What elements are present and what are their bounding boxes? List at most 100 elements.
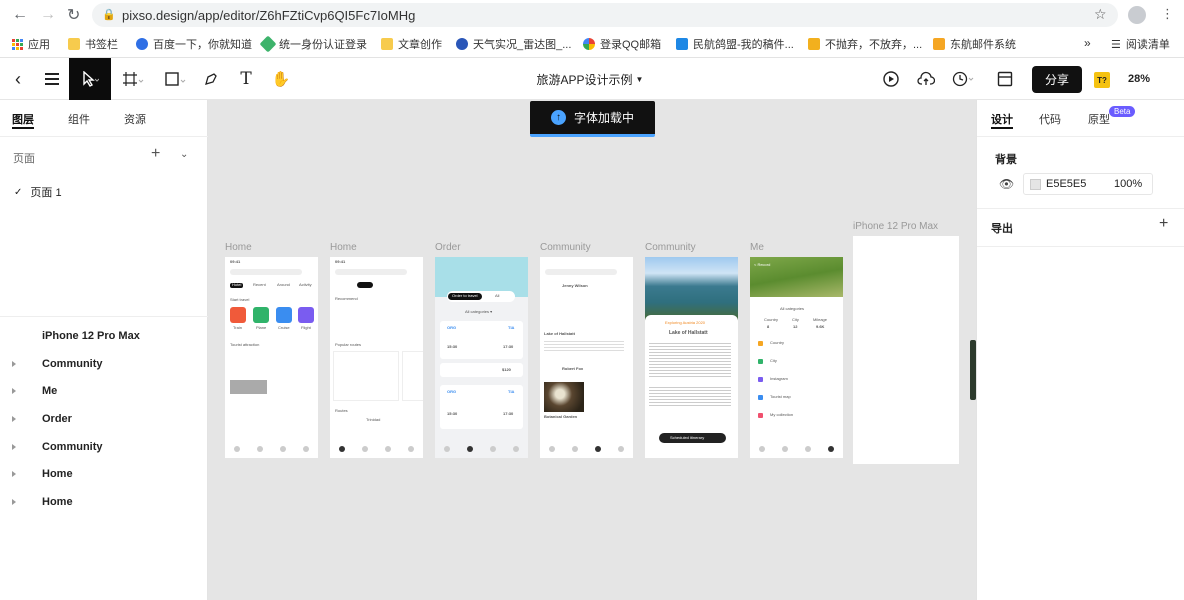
frame-home-1[interactable]: 09:41 Hotel Recent Around Activity Start… bbox=[225, 257, 318, 458]
bookmark-buqi[interactable]: 不抛弃，不放弃，... bbox=[808, 36, 922, 52]
expand-caret-icon[interactable] bbox=[12, 388, 16, 394]
layer-home[interactable]: Home bbox=[0, 461, 208, 487]
reload-icon[interactable]: ↻ bbox=[67, 5, 80, 25]
background-color-field[interactable]: E5E5E5 100% bbox=[1023, 173, 1153, 195]
share-button[interactable]: 分享 bbox=[1032, 66, 1082, 93]
tab-code[interactable]: 代码 bbox=[1039, 111, 1061, 127]
bookmark-label: 民航鸽盟-我的稿件... bbox=[693, 39, 794, 51]
frame-heading: Recommend bbox=[335, 296, 358, 301]
tab-assets[interactable]: 资源 bbox=[124, 111, 146, 127]
expand-caret-icon[interactable] bbox=[12, 499, 16, 505]
donghang-icon bbox=[933, 38, 945, 50]
hand-tool-icon[interactable]: ✋ bbox=[270, 58, 292, 100]
menu-row: My collection bbox=[770, 412, 794, 417]
frame-order[interactable]: Order to travel All All categories ▾ ORG… bbox=[435, 257, 528, 458]
profile-avatar[interactable] bbox=[1128, 6, 1146, 24]
frame-heading: Popular routes bbox=[335, 342, 362, 347]
tab-layers[interactable]: 图层 bbox=[12, 111, 34, 127]
document-title[interactable]: 旅游APP设计示例 ▼ bbox=[520, 58, 660, 100]
bookmark-article[interactable]: 文章创作 bbox=[381, 36, 442, 52]
star-icon[interactable]: ☆ bbox=[1094, 6, 1107, 23]
search-bar bbox=[545, 269, 617, 275]
editor-toolbar: ‹ T ✋ 旅游APP设计示例 ▼ 分享 T? 28% bbox=[0, 58, 1184, 100]
bookmark-weather[interactable]: 天气实况_雷达图_... bbox=[456, 36, 571, 52]
tab-prototype[interactable]: 原型 bbox=[1088, 111, 1110, 127]
layer-order[interactable]: Order bbox=[0, 406, 208, 432]
frame-community-2[interactable]: Exploring Austria 2020 Lake of Hallstatt… bbox=[645, 257, 738, 458]
back-arrow-icon[interactable]: ← bbox=[12, 6, 28, 24]
page-item-label: 页面 1 bbox=[30, 187, 62, 199]
qqmail-icon bbox=[583, 38, 595, 50]
pen-tool-button[interactable] bbox=[200, 58, 222, 100]
color-opacity[interactable]: 100% bbox=[1114, 178, 1142, 190]
layer-label: Community bbox=[42, 358, 103, 370]
buqi-icon bbox=[808, 38, 820, 50]
back-chevron-icon[interactable]: ‹ bbox=[6, 58, 30, 100]
frame-tool-button[interactable] bbox=[118, 58, 148, 100]
shape-tool-button[interactable] bbox=[160, 58, 190, 100]
play-icon[interactable] bbox=[880, 58, 902, 100]
layer-home-2[interactable]: Home bbox=[0, 489, 208, 515]
layout-panel-icon[interactable] bbox=[994, 58, 1016, 100]
reading-list[interactable]: ☰ 阅读清单 bbox=[1111, 36, 1170, 52]
move-tool-button[interactable] bbox=[69, 58, 111, 100]
main-menu-icon[interactable] bbox=[40, 58, 64, 100]
color-hex[interactable]: E5E5E5 bbox=[1046, 178, 1086, 190]
frame-heading: All categories bbox=[780, 306, 805, 311]
status-time: 09:41 bbox=[335, 259, 346, 264]
bookmark-qqmail[interactable]: 登录QQ邮箱 bbox=[583, 36, 661, 52]
layer-iphone[interactable]: iPhone 12 Pro Max bbox=[0, 323, 208, 349]
upload-arrow-icon: ↑ bbox=[550, 110, 566, 125]
more-bookmarks-button[interactable]: » bbox=[1084, 36, 1091, 50]
text-tool-icon[interactable]: T bbox=[236, 58, 256, 100]
user-avatar[interactable]: T? bbox=[1094, 72, 1110, 88]
depart-time: 15:30 bbox=[447, 411, 458, 416]
category-filter: All categories ▾ bbox=[465, 309, 493, 314]
layer-community-2[interactable]: Community bbox=[0, 434, 208, 460]
bookmark-apps[interactable]: 应用 bbox=[12, 36, 50, 52]
zoom-level[interactable]: 28% bbox=[1128, 73, 1150, 85]
canvas[interactable]: ↑ 字体加载中 Home Home Order Community Commun… bbox=[208, 100, 1132, 600]
url-field[interactable]: 🔒 pixso.design/app/editor/Z6hFZtiCvp6QI5… bbox=[92, 3, 1118, 27]
folder-icon bbox=[381, 38, 393, 50]
history-clock-icon[interactable] bbox=[950, 58, 978, 100]
tab-components[interactable]: 组件 bbox=[68, 111, 90, 127]
lock-icon: 🔒 bbox=[102, 9, 116, 21]
flower-image bbox=[544, 382, 584, 412]
route-title: Trinidad bbox=[366, 417, 381, 422]
upload-cloud-icon[interactable] bbox=[915, 58, 937, 100]
frame-me[interactable]: < Record All categories Country City Mil… bbox=[750, 257, 843, 458]
bookmark-folder[interactable]: 书签栏 bbox=[68, 36, 118, 52]
bookmark-auth[interactable]: 统一身份认证登录 bbox=[259, 35, 367, 53]
bookmark-label: 应用 bbox=[28, 39, 50, 51]
layer-community[interactable]: Community bbox=[0, 351, 208, 377]
browser-menu-icon[interactable]: ⋮ bbox=[1161, 6, 1174, 22]
layer-me[interactable]: Me bbox=[0, 378, 208, 404]
expand-caret-icon[interactable] bbox=[12, 471, 16, 477]
bookmark-baidu[interactable]: 百度一下，你就知道 bbox=[136, 36, 252, 52]
tab-design[interactable]: 设计 bbox=[991, 111, 1013, 127]
frame-label: Community bbox=[645, 242, 696, 253]
expand-caret-icon[interactable] bbox=[12, 444, 16, 450]
chevron-down-icon: ▼ bbox=[635, 74, 644, 84]
frame-home-2[interactable]: 09:41 Recommend Popular routes Routes Tr… bbox=[330, 257, 423, 458]
expand-caret-icon[interactable] bbox=[12, 416, 16, 422]
add-export-icon[interactable]: + bbox=[1159, 215, 1168, 233]
schedule-button-text: Scheduled itinerary bbox=[670, 435, 705, 440]
frame-iphone-12-pro-max[interactable] bbox=[853, 236, 959, 464]
frame-tab: Recent bbox=[253, 282, 266, 287]
page-item-1[interactable]: ✓ 页面 1 bbox=[14, 184, 62, 200]
color-swatch[interactable] bbox=[1030, 179, 1041, 190]
frame-heading: Start travel bbox=[230, 297, 250, 302]
eye-icon[interactable]: 👁 bbox=[999, 177, 1014, 191]
add-page-icon[interactable]: + bbox=[151, 145, 160, 163]
collapse-chevron-icon[interactable]: ⌄ bbox=[180, 149, 188, 160]
bookmark-donghang[interactable]: 东航邮件系统 bbox=[933, 36, 1016, 52]
frame-tab: Hotel bbox=[230, 282, 244, 288]
bookmark-minhang[interactable]: 民航鸽盟-我的稿件... bbox=[676, 36, 794, 52]
expand-caret-icon[interactable] bbox=[12, 361, 16, 367]
baidu-paw-icon bbox=[136, 38, 148, 50]
frame-community-1[interactable]: Jenny Wilson Lake of Hallstatt Robert Fo… bbox=[540, 257, 633, 458]
reading-list-label: 阅读清单 bbox=[1125, 39, 1170, 51]
forward-arrow-icon[interactable]: → bbox=[40, 6, 56, 24]
